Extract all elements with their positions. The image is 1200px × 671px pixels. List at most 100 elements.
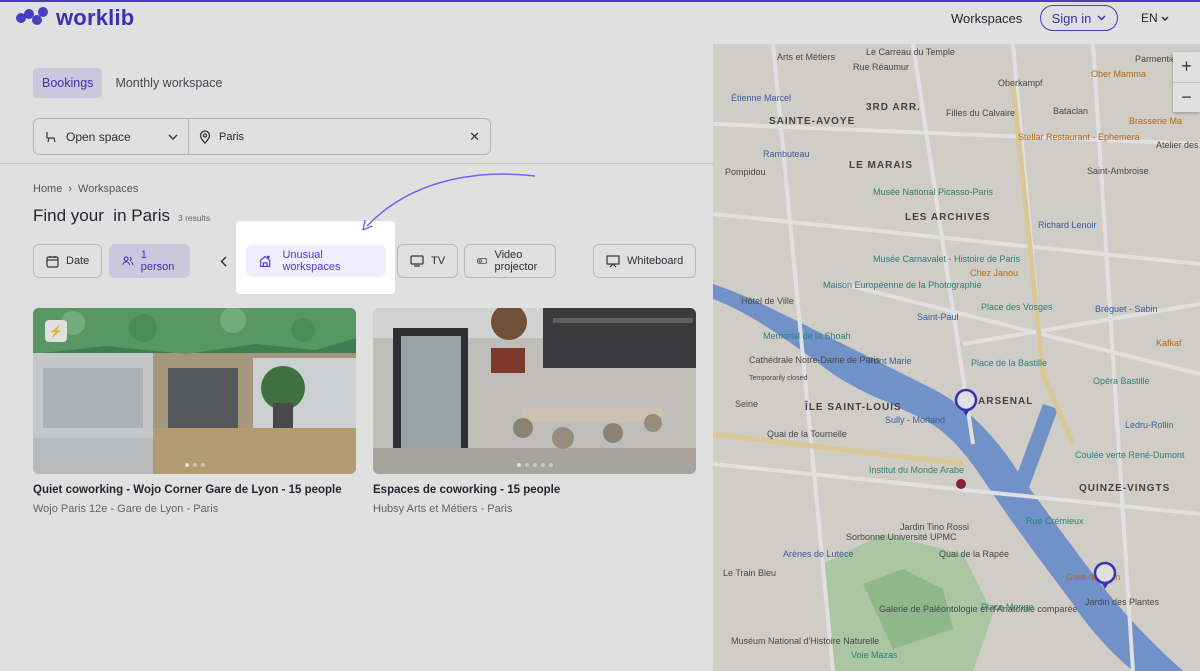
sign-in-button[interactable]: Sign in (1040, 5, 1118, 31)
tab-bookings[interactable]: Bookings (33, 68, 103, 98)
map-label: Place Monge (981, 602, 1034, 612)
workspace-photo[interactable]: ⚡ (33, 308, 356, 474)
district-label: 3RD ARR. (866, 102, 921, 113)
unusual-workspaces-filter-button[interactable]: Unusual workspaces (246, 245, 386, 277)
chair-icon (46, 131, 56, 142)
divider (0, 163, 713, 164)
zoom-out-button[interactable]: − (1173, 81, 1200, 113)
map-label: Opéra Bastille (1093, 376, 1150, 386)
page-title: Find your in Paris 3 results (33, 206, 210, 226)
chevron-down-icon (168, 134, 178, 140)
map-label: Rambuteau (763, 149, 810, 159)
workspace-card[interactable]: ⚡ Quiet coworking - Wojo Corner Gare de … (33, 308, 356, 515)
workspace-photo-image (373, 308, 696, 474)
map-label: Musée National Picasso-Paris (873, 187, 994, 197)
page-title-text: Find your in Paris (33, 206, 170, 225)
whiteboard-filter-button[interactable]: Whiteboard (593, 244, 697, 278)
map-label: Musée Carnavalet - Histoire de Paris (873, 254, 1021, 264)
map-poi-dot (956, 479, 966, 489)
district-label: ÎLE SAINT-LOUIS (805, 402, 902, 413)
map-label: Étienne Marcel (731, 93, 792, 103)
video-projector-filter-button[interactable]: Video projector (464, 244, 556, 278)
workspace-photo-image (33, 308, 356, 474)
scroll-left-button[interactable] (210, 244, 236, 278)
chevron-right-icon: › (68, 183, 73, 195)
workspace-map-marker[interactable] (1093, 561, 1117, 591)
map-label: Rue Crémieux (1026, 516, 1084, 526)
result-count: 3 results (178, 213, 211, 223)
results-panel: Bookings Monthly workspace Open space Pa… (0, 44, 713, 671)
date-filter-button[interactable]: Date (33, 244, 103, 278)
map-label: Memorial de la Shoah (763, 331, 851, 341)
map-label: Seine (735, 399, 759, 409)
map-label: Le Train Bleu (723, 568, 777, 578)
instant-booking-icon: ⚡ (45, 320, 67, 342)
map-label: Hôtel de Ville (741, 296, 794, 306)
map-label: Saint-Ambroise (1087, 166, 1149, 176)
breadcrumb-workspaces[interactable]: Workspaces (78, 183, 138, 195)
breadcrumb-home[interactable]: Home (33, 183, 62, 195)
card-title[interactable]: Quiet coworking - Wojo Corner Gare de Ly… (33, 484, 356, 496)
map-view[interactable]: 3RD ARR. SAINTE-AVOYE LE MARAIS LES ARCH… (713, 44, 1200, 671)
worklib-logo[interactable]: worklib (16, 5, 134, 31)
location-input[interactable]: Paris ✕ (189, 129, 490, 145)
zoom-in-button[interactable]: + (1173, 52, 1200, 82)
workspace-card[interactable]: Espaces de coworking - 15 people Hubsy A… (373, 308, 696, 515)
map-label: Chez Janou (970, 268, 1019, 278)
tv-filter-label: TV (431, 255, 446, 267)
map-zoom-controls: + − (1173, 52, 1200, 112)
map-label: Jardin des Plantes (1085, 597, 1160, 607)
location-value: Paris (219, 130, 245, 143)
map-label: Ober Mamma (1091, 69, 1147, 79)
clear-location-icon[interactable]: ✕ (469, 129, 480, 145)
projector-icon (477, 258, 488, 264)
workspace-photo[interactable] (373, 308, 696, 474)
logo-mark-icon (16, 7, 50, 29)
district-label: LE MARAIS (849, 160, 913, 171)
sign-in-label: Sign in (1051, 10, 1092, 26)
nav-workspaces-link[interactable]: Workspaces (951, 11, 1022, 26)
people-icon (122, 256, 134, 266)
map-label: Galerie de Paléontologie et d'Anatomie c… (879, 604, 1078, 614)
tv-filter-button[interactable]: TV (397, 244, 459, 278)
tv-icon (410, 255, 424, 267)
map-label: Le Carreau du Temple (866, 47, 955, 57)
unusual-icon (260, 255, 271, 268)
workspace-map-marker[interactable] (954, 388, 978, 418)
video-projector-filter-label: Video projector (494, 249, 538, 273)
map-label: Richard Lenoir (1038, 220, 1097, 230)
map-label: Oberkampf (998, 78, 1043, 88)
search-bar: Open space Paris ✕ (33, 118, 491, 155)
whiteboard-icon (606, 254, 620, 267)
map-label: Brasserie Ma (1129, 116, 1183, 126)
map-label: Quai de la Rapée (939, 549, 1010, 559)
map-label: Arènes de Lutèce (783, 549, 854, 559)
map-label: Rue Réaumur (853, 62, 910, 72)
map-label: Sully - Morland (885, 415, 946, 425)
chevron-down-icon (1097, 15, 1106, 21)
map-label: Muséum National d'Histoire Naturelle (731, 636, 880, 646)
card-title[interactable]: Espaces de coworking - 15 people (373, 484, 696, 496)
map-label: Institut du Monde Arabe (869, 465, 965, 475)
district-label: ARSENAL (978, 396, 1034, 407)
people-filter-button[interactable]: 1 person (109, 244, 190, 278)
map-label: Quai de la Tournelle (767, 429, 847, 439)
map-label: Stellar Restaurant - Ephemera (1018, 132, 1140, 142)
space-type-select[interactable]: Open space (34, 119, 189, 154)
breadcrumb: Home › Workspaces (33, 183, 138, 195)
map-label: Maison Européenne de la Photographie (823, 280, 982, 290)
booking-tabs: Bookings Monthly workspace (33, 68, 231, 98)
card-subtitle: Hubsy Arts et Métiers - Paris (373, 503, 513, 515)
whiteboard-filter-label: Whiteboard (627, 255, 684, 267)
map-label: Jardin Tino Rossi (900, 522, 970, 532)
pointer-arrow-icon (362, 173, 536, 231)
map-label: Place de la Bastille (971, 358, 1048, 368)
map-label: Place des Vosges (981, 302, 1053, 312)
map-label: Voie Mazas (851, 650, 898, 660)
tab-monthly-workspace[interactable]: Monthly workspace (106, 68, 231, 98)
map-label: Filles du Calvaire (946, 108, 1016, 118)
map-label: Bataclan (1053, 106, 1089, 116)
language-selector[interactable]: EN (1141, 11, 1169, 25)
language-label: EN (1141, 11, 1158, 25)
carousel-dots (184, 463, 205, 467)
